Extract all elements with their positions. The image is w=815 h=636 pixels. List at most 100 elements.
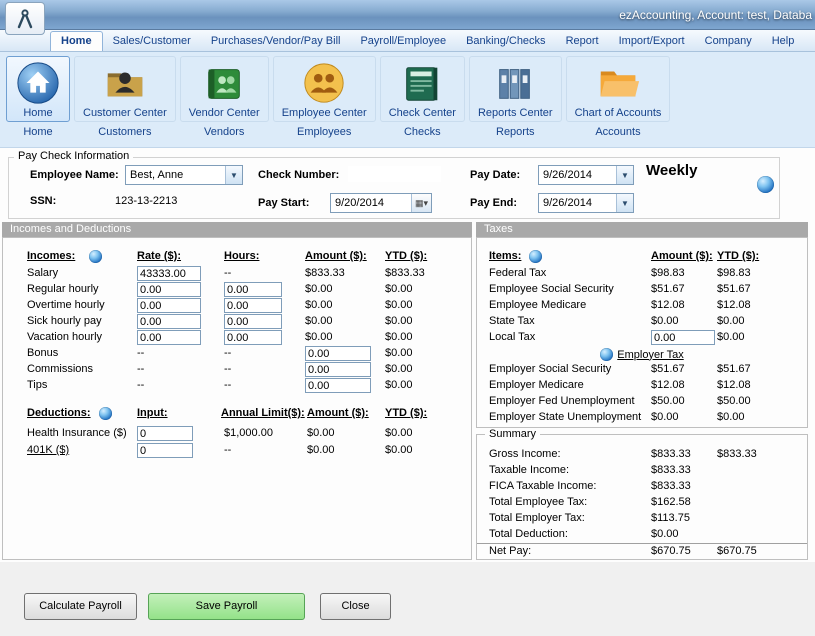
taxes-section-header: Taxes [476,222,808,237]
tab-import-export[interactable]: Import/Export [609,32,695,51]
salary-label: Salary [27,267,133,279]
table-row: FICA Taxable Income:$833.33 [477,479,807,496]
table-row: Employee Social Security$51.67$51.67 [477,282,807,299]
check-center-button[interactable]: Check Center [380,56,465,122]
deductions-help-icon[interactable] [99,407,112,420]
home-button[interactable]: Home [6,56,70,122]
employee-medicare-amount: $12.08 [651,299,715,311]
tab-banking-checks[interactable]: Banking/Checks [456,32,556,51]
tax-ytd-column-header: YTD ($): [717,250,759,262]
commissions-label: Commissions [27,363,133,375]
taxes-help-icon[interactable] [529,250,542,263]
tab-home[interactable]: Home [50,31,103,51]
chart-of-accounts-button-title: Chart of Accounts [575,107,662,119]
close-button[interactable]: Close [320,593,391,620]
pay-start-datepicker[interactable]: 9/20/2014 ▦▾ [330,193,432,213]
health-insurance-label: Health Insurance ($) [27,427,135,439]
tips-amount-input[interactable] [305,378,371,393]
employer-social-security-amount: $51.67 [651,363,715,375]
health-insurance-inp-input[interactable] [137,426,193,441]
pay-date-combo[interactable]: 9/26/2014 ▼ [538,165,634,185]
state-tax-amount: $0.00 [651,315,715,327]
vacation-hourly-rate-input[interactable] [137,330,201,345]
gross-income-value: $833.33 [651,448,715,460]
table-row: Employer Medicare$12.08$12.08 [477,378,807,395]
check-number-label: Check Number: [258,169,339,181]
reports-center-icon [492,60,538,106]
pay-end-combo[interactable]: 9/26/2014 ▼ [538,193,634,213]
sick-hourly-pay-amount: $0.00 [305,315,371,327]
sick-hourly-pay-hours-input[interactable] [224,314,282,329]
menu-bar: Home Sales/Customer Purchases/Vendor/Pay… [0,30,815,52]
federal-tax-ytd: $98.83 [717,267,777,279]
incomes-help-icon[interactable] [89,250,102,263]
save-payroll-button[interactable]: Save Payroll [148,593,305,620]
overtime-hourly-rate-input[interactable] [137,298,201,313]
chart-of-accounts-button[interactable]: Chart of Accounts [566,56,671,122]
table-row: Tips----$0.00 [3,378,471,395]
sick-hourly-pay-rate-input[interactable] [137,314,201,329]
overtime-hourly-hours-input[interactable] [224,298,282,313]
regular-hourly-rate-input[interactable] [137,282,201,297]
health-insurance-ytd: $0.00 [385,427,445,439]
deduction-amount-column-header: Amount ($): [307,407,369,419]
tab-help[interactable]: Help [762,32,805,51]
help-globe-icon[interactable] [757,176,774,193]
vacation-hourly-hours-input[interactable] [224,330,282,345]
pay-date-label: Pay Date: [470,169,520,181]
deduction-ytd-column-header: YTD ($): [385,407,427,419]
table-row: Salary--$833.33$833.33 [3,266,471,283]
tab-sales-customer[interactable]: Sales/Customer [103,32,201,51]
check-number-input[interactable] [347,165,442,183]
tax-amount-column-header: Amount ($): [651,250,713,262]
tab-company[interactable]: Company [695,32,762,51]
customer-center-button[interactable]: Customer Center [74,56,176,122]
title-bar: ezAccounting, Account: test, Databa [0,0,815,30]
vendor-center-button[interactable]: Vendor Center [180,56,269,122]
regular-hourly-label: Regular hourly [27,283,133,295]
reports-center-button[interactable]: Reports Center [469,56,562,122]
local-tax-amount-input[interactable] [651,330,715,345]
local-tax-ytd: $0.00 [717,331,777,343]
federal-tax-amount: $98.83 [651,267,715,279]
vendor-center-button-title: Vendor Center [189,107,260,119]
toolbar-item-check-center: Check Center Checks [380,56,465,138]
fica-taxable-income-value: $833.33 [651,480,715,492]
sick-hourly-pay-label: Sick hourly pay [27,315,133,327]
commissions-amount-input[interactable] [305,362,371,377]
employee-center-button[interactable]: Employee Center [273,56,376,122]
pay-start-value: 9/20/2014 [331,194,411,212]
employee-social-security-ytd: $51.67 [717,283,777,295]
employer-state-unemployment-ytd: $0.00 [717,411,777,423]
tab-payroll-employee[interactable]: Payroll/Employee [350,32,456,51]
customer-center-button-title: Customer Center [83,107,167,119]
bonus-amount-input[interactable] [305,346,371,361]
employee-medicare-label: Employee Medicare [489,299,647,311]
calculate-payroll-button[interactable]: Calculate Payroll [24,593,137,620]
toolbar-item-customer-center: Customer Center Customers [74,56,176,138]
regular-hourly-amount: $0.00 [305,283,371,295]
table-row: Sick hourly pay$0.00$0.00 [3,314,471,331]
salary-rate-input[interactable] [137,266,201,281]
table-row: Gross Income:$833.33$833.33 [477,447,807,464]
salary-ytd: $833.33 [385,267,445,279]
employee-name-combo[interactable]: Best, Anne ▼ [125,165,243,185]
tab-purchases-vendor-pay-bill[interactable]: Purchases/Vendor/Pay Bill [201,32,351,51]
401k-inp-input[interactable] [137,443,193,458]
employer-tax-help-icon[interactable] [600,348,613,361]
table-row: Employer State Unemployment$0.00$0.00 [477,410,807,427]
401k-label[interactable]: 401K ($) [27,444,135,456]
table-row: Vacation hourly$0.00$0.00 [3,330,471,347]
regular-hourly-hours-input[interactable] [224,282,282,297]
ssn-label: SSN: [30,195,56,207]
employee-center-button-title: Employee Center [282,107,367,119]
total-employer-tax-label: Total Employer Tax: [489,512,647,524]
tab-report[interactable]: Report [556,32,609,51]
total-deduction-label: Total Deduction: [489,528,647,540]
app-menu-button[interactable] [5,2,45,35]
pay-date-value: 9/26/2014 [539,166,616,184]
employer-medicare-amount: $12.08 [651,379,715,391]
table-row: Net Pay:$670.75$670.75 [477,543,807,560]
total-employee-tax-label: Total Employee Tax: [489,496,647,508]
toolbar: Home Home Customer Center Customers [0,52,815,148]
